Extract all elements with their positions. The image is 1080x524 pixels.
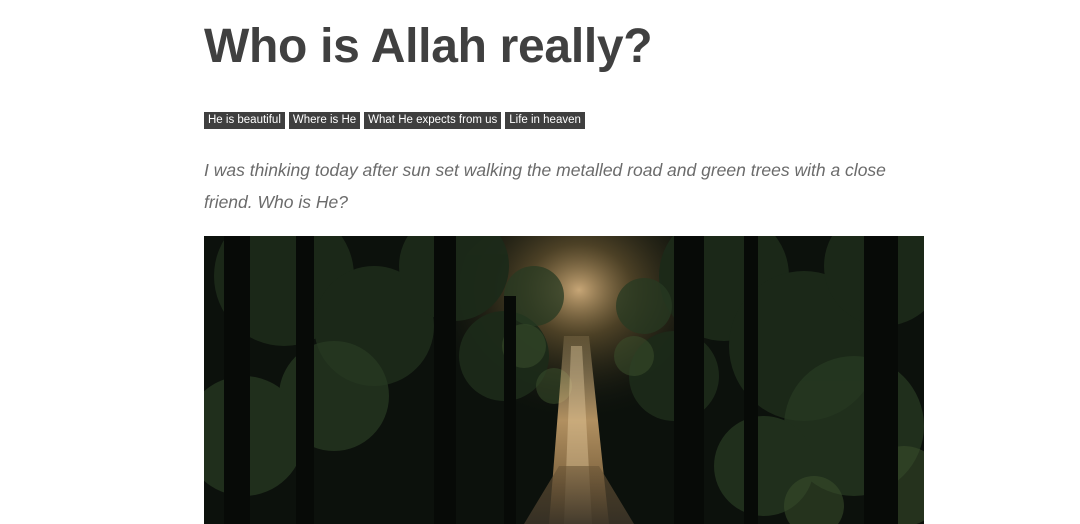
tag-what-he-expects[interactable]: What He expects from us <box>364 112 502 129</box>
forest-road-illustration <box>204 236 924 524</box>
article-intro: I was thinking today after sun set walki… <box>204 160 886 212</box>
tag-life-in-heaven[interactable]: Life in heaven <box>505 112 585 129</box>
tag-he-is-beautiful[interactable]: He is beautiful <box>204 112 285 129</box>
tag-list: He is beautiful Where is He What He expe… <box>204 112 585 129</box>
tag-where-is-he[interactable]: Where is He <box>288 112 361 129</box>
hero-image <box>204 236 924 524</box>
article-title: Who is Allah really? <box>204 20 653 73</box>
